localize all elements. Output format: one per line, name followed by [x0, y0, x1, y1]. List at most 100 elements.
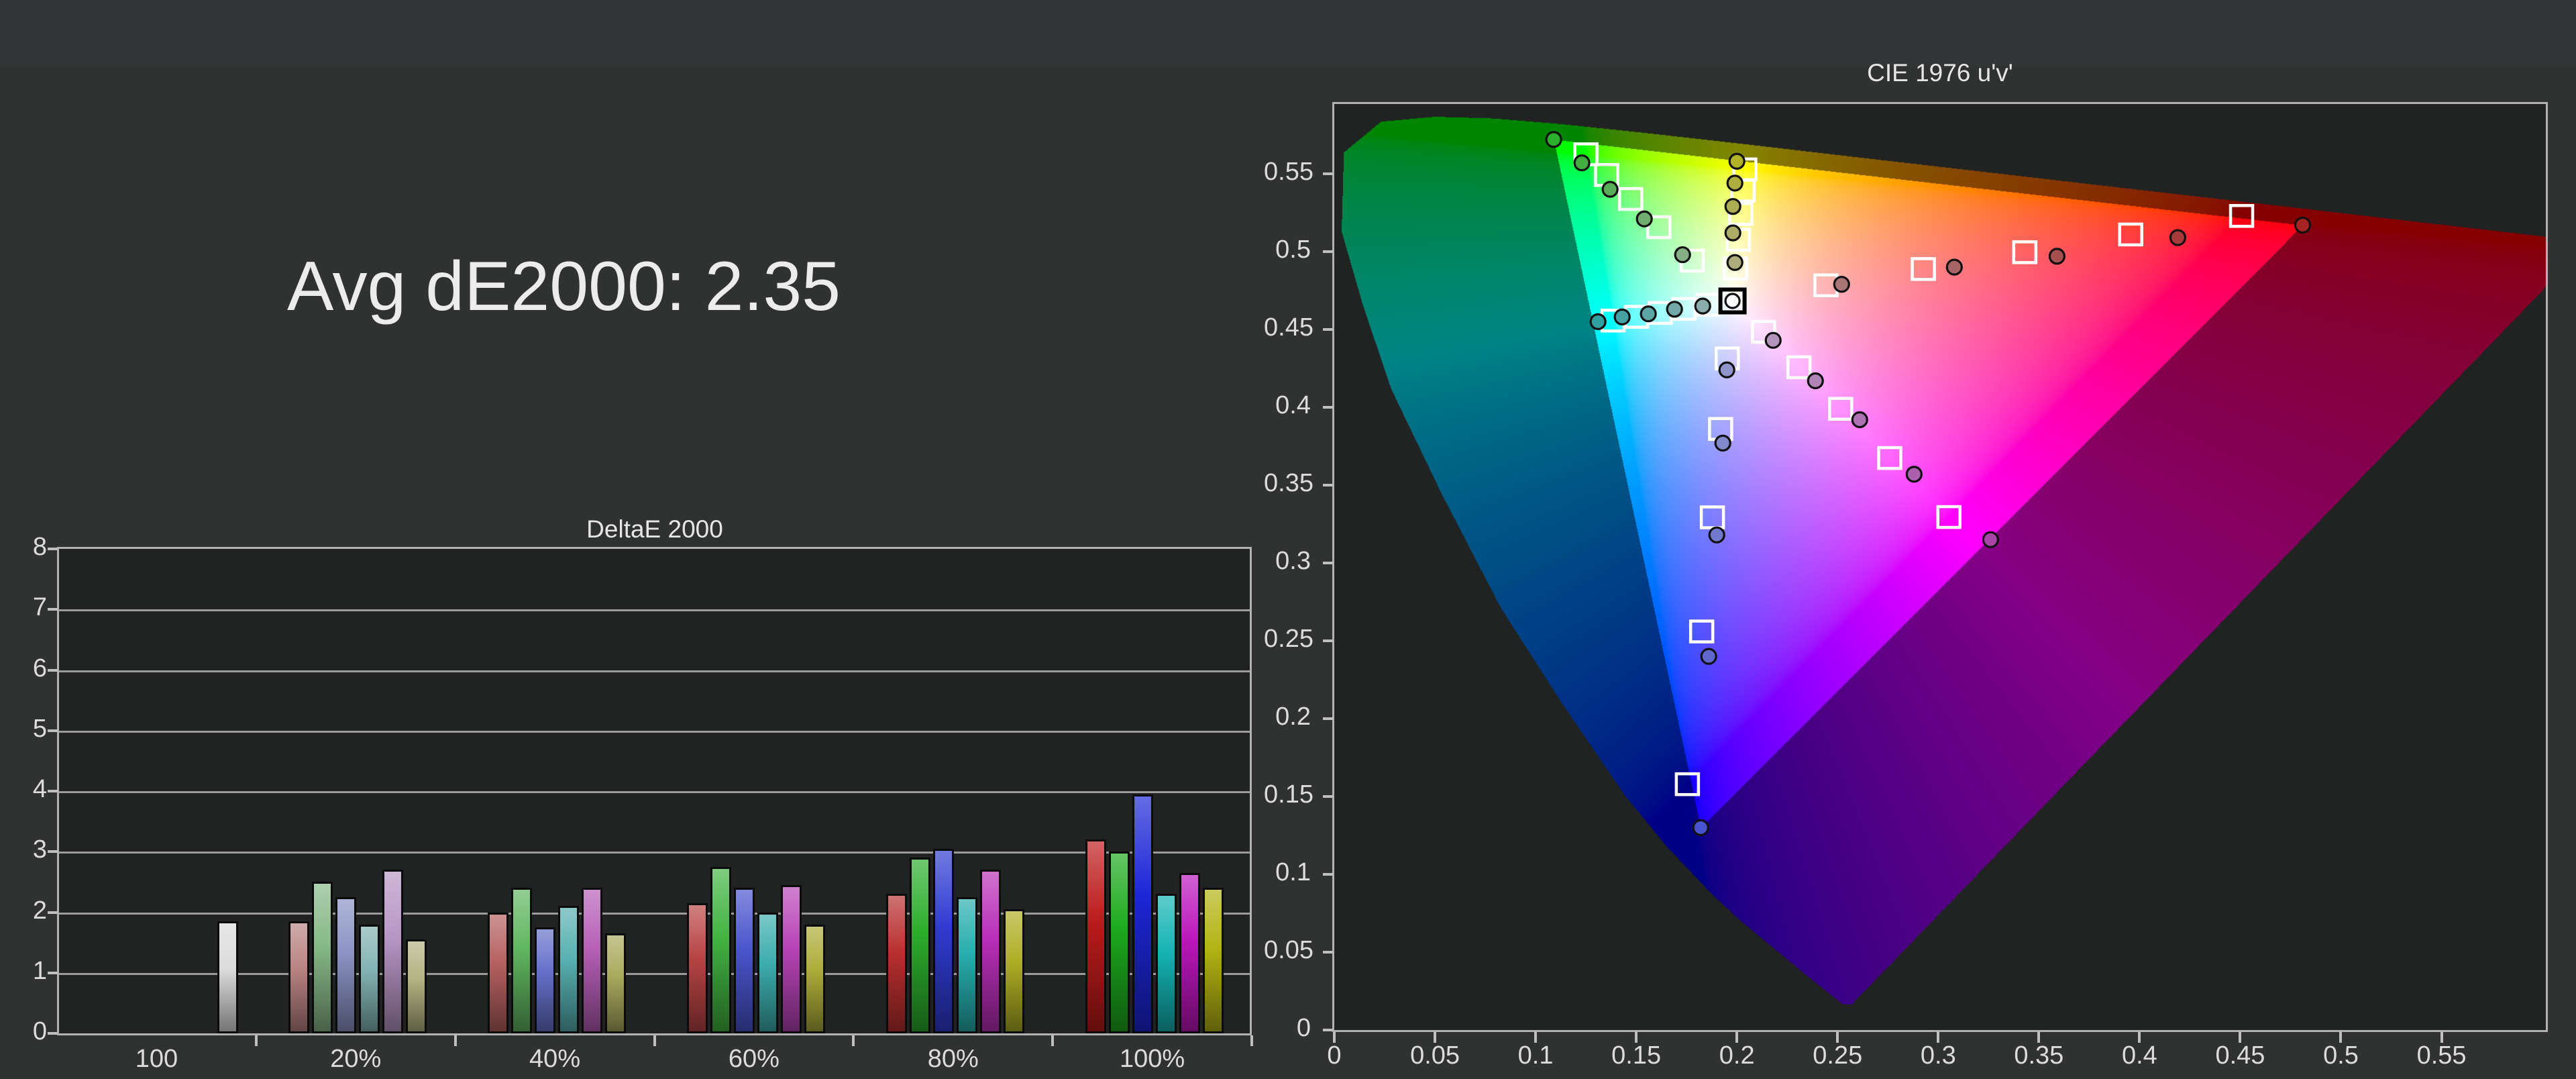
bar-20%-cyan	[359, 924, 380, 1033]
target-square-red-60pct	[2012, 240, 2038, 264]
bar-60%-blue	[733, 888, 755, 1033]
bar-20%-red	[288, 921, 310, 1033]
bar-group-40%	[458, 549, 657, 1033]
bar-80%-green	[909, 858, 930, 1033]
measured-point-cyan-60pct	[1640, 305, 1657, 323]
measured-point-cyan-20pct	[1694, 297, 1711, 315]
target-square-magenta-100pct	[1936, 505, 1962, 529]
cie-ytick	[1323, 717, 1333, 720]
measured-point-white	[1724, 293, 1741, 309]
bar-group-80%	[855, 549, 1055, 1033]
measured-point-blue-60pct	[1708, 526, 1725, 544]
measured-point-red-80pct	[2169, 229, 2187, 246]
bar-ytick-label: 1	[32, 956, 47, 985]
cie-ytick	[1323, 250, 1333, 253]
bar-ytick-label: 6	[32, 654, 47, 682]
target-square-magenta-40pct	[1786, 355, 1812, 380]
bar-xtick	[653, 1035, 656, 1046]
bar-100%-red	[1085, 839, 1106, 1033]
bar-ytick	[48, 729, 58, 732]
measured-point-green-60pct	[1601, 181, 1619, 198]
measured-point-yellow-40pct	[1724, 224, 1741, 242]
deltae-bar-plot	[57, 547, 1252, 1035]
bar-ytick	[48, 790, 58, 792]
measured-point-red-20pct	[1833, 276, 1850, 293]
cie-ytick	[1323, 561, 1333, 564]
bar-100%-yellow	[1202, 888, 1224, 1033]
target-square-blue-80pct	[1688, 619, 1715, 644]
cie-ytick-label: 0.55	[1264, 157, 1313, 186]
bar-ytick-label: 8	[32, 533, 47, 561]
cie-ytick-label: 0.45	[1264, 313, 1313, 342]
bar-ytick	[48, 668, 58, 672]
bar-xtick	[852, 1035, 855, 1046]
cie-ytick	[1323, 327, 1333, 331]
measured-point-red-60pct	[2048, 248, 2065, 265]
bar-60%-green	[710, 866, 731, 1033]
measured-point-cyan-80pct	[1613, 308, 1631, 325]
bar-80%-red	[885, 894, 907, 1033]
cie-ytick	[1323, 794, 1333, 798]
bar-20%-blue	[335, 896, 357, 1033]
bar-60%-red	[686, 903, 708, 1033]
cie-chart-title: CIE 1976 u'v'	[1867, 59, 2013, 87]
bar-40%-yellow	[605, 933, 627, 1033]
bar-ytick-label: 2	[32, 896, 47, 925]
measured-point-yellow-20pct	[1726, 254, 1743, 271]
bar-xtick-label: 100	[135, 1045, 178, 1073]
bar-xtick-label: 80%	[927, 1045, 979, 1073]
measured-point-magenta-80pct	[1905, 466, 1923, 483]
cie-ytick	[1323, 950, 1333, 954]
bar-ytick-label: 4	[32, 775, 47, 803]
measured-point-magenta-60pct	[1851, 411, 1868, 429]
target-square-blue-100pct	[1674, 772, 1701, 797]
bar-80%-magenta	[979, 870, 1001, 1033]
bar-xtick	[254, 1035, 258, 1046]
bar-ytick	[48, 850, 58, 854]
bar-ytick-label: 0	[32, 1017, 47, 1045]
cie-diagram-plot	[1332, 102, 2548, 1032]
bar-80%-blue	[932, 848, 954, 1033]
bar-100%-green	[1108, 852, 1130, 1033]
cie-ytick-label: 0.35	[1264, 468, 1313, 497]
measured-point-red-40pct	[1945, 258, 1963, 276]
bar-group-100%	[1055, 549, 1254, 1033]
measured-point-green-40pct	[1635, 210, 1653, 227]
measured-point-blue-100pct	[1692, 819, 1709, 836]
bar-20%-magenta	[382, 870, 404, 1033]
cie-ytick	[1323, 172, 1333, 175]
target-square-red-80pct	[2118, 222, 2143, 247]
bar-ytick-label: 3	[32, 835, 47, 864]
measured-point-cyan-40pct	[1666, 301, 1683, 318]
bar-100%-cyan	[1155, 894, 1177, 1033]
bar-xtick	[1051, 1035, 1055, 1046]
bar-xtick-label: 60%	[728, 1045, 780, 1073]
bar-ytick	[48, 971, 58, 974]
cie-ytick-label: 0.3	[1275, 546, 1311, 575]
bar-40%-green	[511, 888, 533, 1033]
measured-point-yellow-100pct	[1728, 152, 1746, 170]
cie-ytick-label: 0.15	[1264, 780, 1313, 809]
bar-100%-magenta	[1179, 872, 1200, 1033]
bar-60%-cyan	[757, 912, 778, 1033]
bar-40%-magenta	[582, 888, 603, 1033]
measured-point-magenta-20pct	[1764, 331, 1782, 349]
cie-ytick	[1323, 1029, 1333, 1031]
cie-points-overlay	[1545, 131, 2312, 836]
bar-chart-title: DeltaE 2000	[586, 515, 723, 543]
measured-point-yellow-80pct	[1726, 174, 1743, 192]
bar-100-white	[217, 921, 238, 1033]
measured-point-blue-20pct	[1718, 361, 1735, 378]
bar-ytick	[48, 911, 58, 914]
measured-point-green-100pct	[1545, 131, 1562, 148]
bar-ytick	[48, 1032, 58, 1035]
target-square-red-40pct	[1911, 257, 1936, 281]
bar-80%-cyan	[956, 896, 977, 1033]
bar-20%-yellow	[406, 939, 427, 1033]
bar-xtick-label: 40%	[529, 1045, 581, 1073]
measured-point-magenta-100pct	[1982, 531, 1999, 548]
measured-point-red-100pct	[2294, 216, 2312, 234]
bar-xtick	[1250, 1035, 1253, 1046]
measured-point-blue-40pct	[1714, 434, 1731, 452]
measured-point-green-20pct	[1674, 246, 1691, 264]
